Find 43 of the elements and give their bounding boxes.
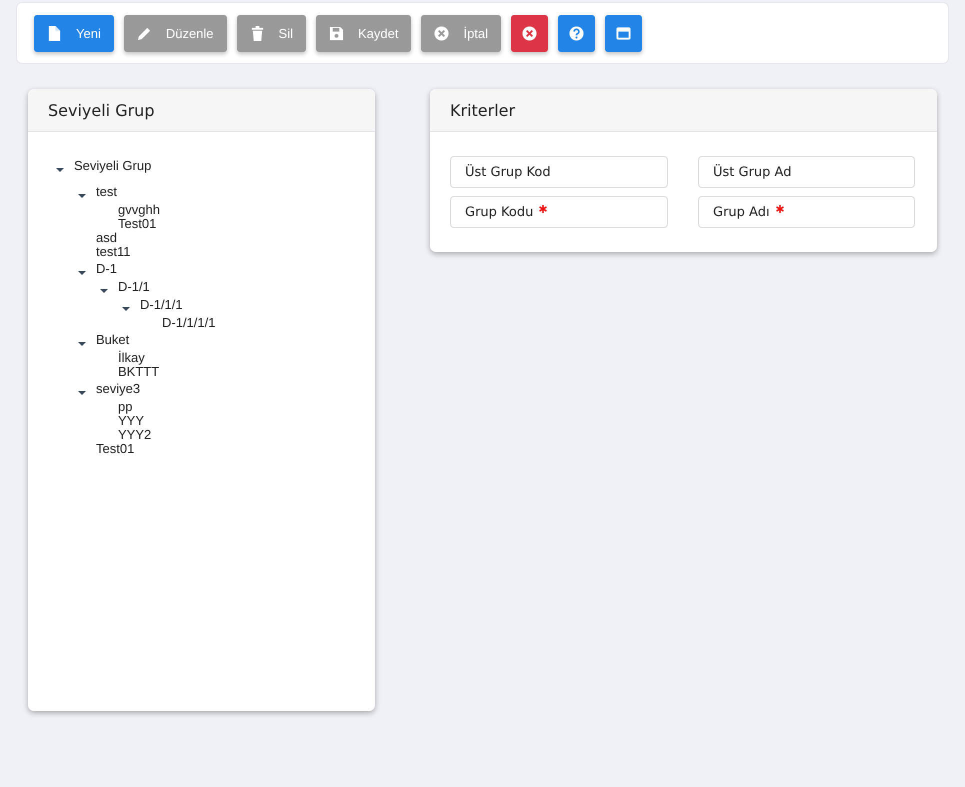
input-field[interactable]: Grup Kodu bbox=[450, 196, 668, 228]
tree-item[interactable]: Seviyeli Grup bbox=[74, 159, 152, 173]
icon-button[interactable] bbox=[558, 14, 596, 52]
input-field[interactable]: Grup Adı bbox=[698, 196, 915, 228]
close-icon bbox=[522, 26, 538, 40]
tree-item[interactable]: Test01 bbox=[118, 217, 156, 231]
tree-item[interactable]: seviye3 bbox=[96, 382, 140, 396]
close-icon bbox=[434, 26, 450, 40]
tree-item[interactable]: Test01 bbox=[96, 442, 134, 456]
file-icon bbox=[47, 26, 62, 40]
tree-item[interactable]: test bbox=[96, 185, 117, 199]
panel-title: Seviyeli Grup bbox=[48, 100, 154, 120]
pencil-icon bbox=[136, 26, 152, 40]
tree-item[interactable]: BKTTT bbox=[118, 365, 160, 379]
caret-icon[interactable] bbox=[78, 342, 86, 346]
tree-item[interactable]: İlkay bbox=[118, 351, 145, 365]
tree-item[interactable]: D-1/1/1/1 bbox=[162, 316, 216, 330]
window-icon bbox=[616, 26, 632, 40]
caret-icon[interactable] bbox=[78, 271, 86, 275]
tree-item[interactable]: YYY bbox=[118, 414, 144, 428]
input-field[interactable]: Üst Grup Ad bbox=[698, 156, 915, 188]
tree-item[interactable]: asd bbox=[96, 231, 117, 245]
trash-icon bbox=[250, 26, 265, 40]
caret-icon[interactable] bbox=[100, 289, 108, 293]
caret-icon[interactable] bbox=[122, 307, 130, 311]
tree-item[interactable]: YYY2 bbox=[118, 428, 152, 442]
tree-item[interactable]: gvvghh bbox=[118, 203, 160, 217]
tree-item[interactable]: D-1/1 bbox=[118, 280, 150, 294]
caret-icon[interactable] bbox=[78, 391, 86, 395]
tree-item[interactable]: pp bbox=[118, 400, 132, 414]
panel-title: Kriterler bbox=[450, 100, 516, 120]
icon-button[interactable] bbox=[511, 14, 548, 52]
tree-item[interactable]: test11 bbox=[96, 245, 130, 259]
help-icon bbox=[569, 26, 584, 40]
icon-button[interactable] bbox=[605, 14, 642, 52]
tree-item[interactable]: D-1 bbox=[96, 262, 117, 276]
tree-item[interactable]: Buket bbox=[96, 333, 130, 347]
toolbar-button[interactable]: Yeni bbox=[34, 14, 114, 52]
tree-item[interactable]: D-1/1/1 bbox=[140, 298, 183, 312]
caret-icon[interactable] bbox=[78, 194, 86, 198]
caret-icon[interactable] bbox=[56, 168, 64, 172]
floppy-icon bbox=[328, 26, 344, 40]
input-field[interactable]: Üst Grup Kod bbox=[450, 156, 668, 188]
